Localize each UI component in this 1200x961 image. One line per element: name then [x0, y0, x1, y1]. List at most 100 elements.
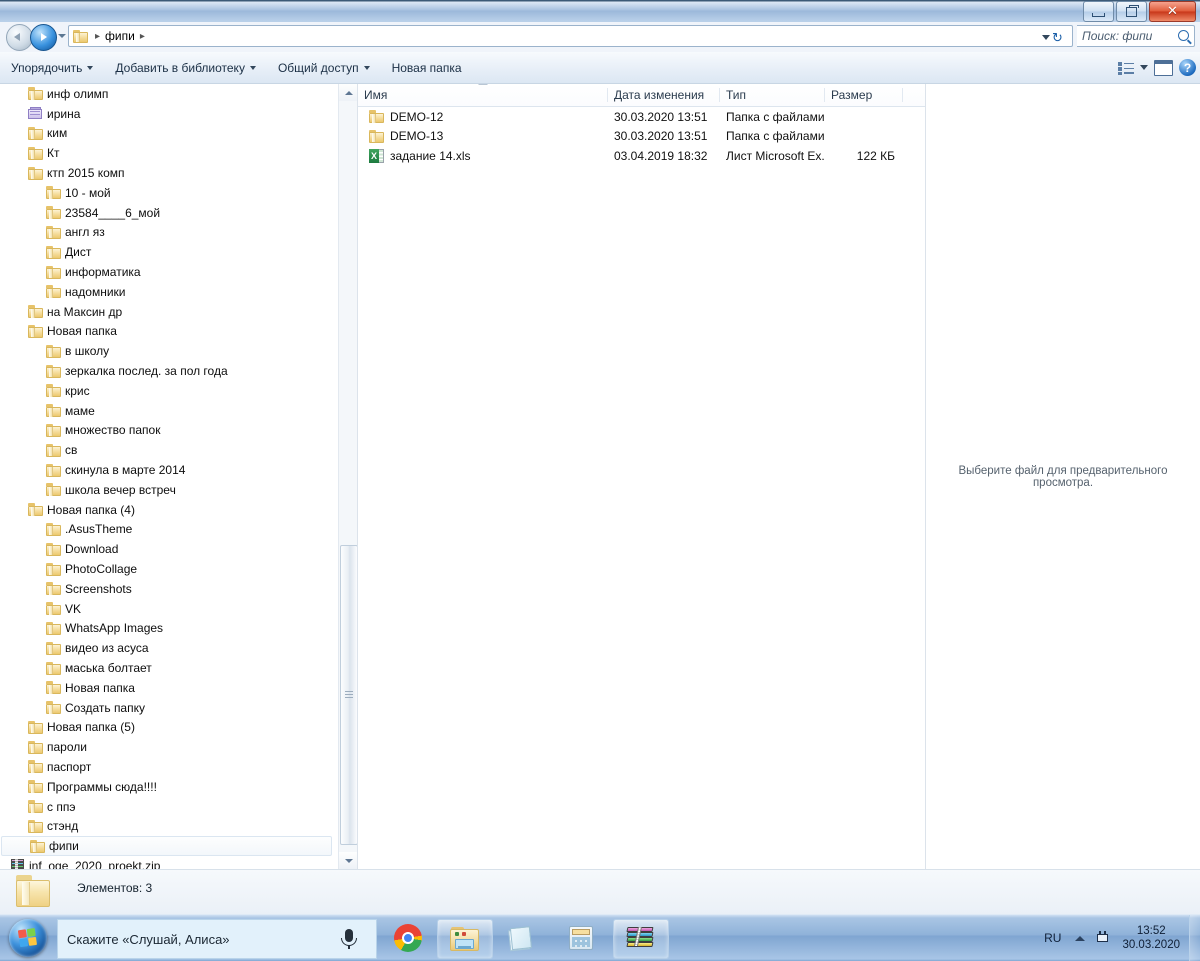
microphone-icon[interactable] [341, 929, 357, 949]
close-button[interactable]: ✕ [1149, 1, 1196, 22]
nav-tree-item[interactable]: ктп 2015 комп [0, 163, 338, 183]
file-name-cell[interactable]: DEMO-12 [358, 110, 608, 124]
column-header-label: Дата изменения [614, 88, 705, 102]
nav-tree-item[interactable]: школа вечер встреч [0, 480, 338, 500]
windows-start-orb-icon [9, 919, 47, 957]
navigation-pane[interactable]: инф олимп ирина ким Кт ктп 2015 комп 10 - мой… [0, 84, 338, 869]
scroll-up-arrow[interactable] [339, 84, 358, 101]
nav-tree-item[interactable]: Новая папка (5) [0, 718, 338, 738]
nav-tree-item[interactable]: 23584____6_мой [0, 203, 338, 223]
window-controls: ✕ [1083, 1, 1196, 22]
restore-button[interactable] [1116, 1, 1147, 22]
scrollbar-thumb[interactable] [340, 545, 358, 845]
nav-tree-item[interactable]: множество папок [0, 421, 338, 441]
network-icon[interactable] [1095, 931, 1110, 945]
start-button[interactable] [3, 917, 53, 959]
forward-button[interactable] [30, 24, 57, 51]
help-icon[interactable]: ? [1179, 59, 1196, 76]
nav-tree-item[interactable]: Программы сюда!!!! [0, 777, 338, 797]
command-1[interactable]: Упорядочить [0, 52, 104, 83]
nav-tree-item[interactable]: маме [0, 401, 338, 421]
minimize-button[interactable] [1083, 1, 1114, 22]
column-header-3[interactable]: Тип [720, 84, 825, 106]
taskbar-app-notepad[interactable] [495, 919, 549, 957]
column-header-4[interactable]: Размер [825, 84, 903, 106]
scroll-down-arrow[interactable] [339, 852, 358, 869]
file-row[interactable]: DEMO-12 30.03.2020 13:51 Папка с файлами [358, 107, 925, 127]
nav-tree-item[interactable]: инф олимп [0, 84, 338, 104]
nav-tree-item[interactable]: Кт [0, 143, 338, 163]
file-type-cell: Папка с файлами [720, 129, 825, 143]
nav-tree-item[interactable]: Новая папка [0, 678, 338, 698]
column-header-1[interactable]: Имя [358, 84, 608, 106]
address-bar[interactable]: ▸ фипи ▸ ↻ [68, 25, 1073, 47]
nav-tree-item[interactable]: WhatsApp Images [0, 619, 338, 639]
nav-tree-item[interactable]: с ппэ [0, 797, 338, 817]
command-3[interactable]: Общий доступ [267, 52, 381, 83]
nav-tree-item[interactable]: фипи [1, 836, 332, 857]
nav-tree-item[interactable]: пароли [0, 737, 338, 757]
view-list-icon[interactable] [1118, 61, 1134, 75]
nav-tree-item[interactable]: inf_oge_2020_proekt.zip [0, 856, 338, 869]
command-4[interactable]: Новая папка [381, 52, 473, 83]
preview-pane-icon[interactable] [1154, 59, 1173, 76]
nav-tree-item[interactable]: св [0, 440, 338, 460]
nav-tree-item[interactable]: маська болтает [0, 658, 338, 678]
nav-tree-item[interactable]: PhotoCollage [0, 559, 338, 579]
nav-tree-item[interactable]: ирина [0, 104, 338, 124]
nav-tree-item[interactable]: паспорт [0, 757, 338, 777]
nav-tree-item[interactable]: Новая папка (4) [0, 500, 338, 520]
back-button[interactable] [6, 24, 33, 51]
search-box[interactable]: Поиск: фипи [1077, 25, 1195, 47]
nav-tree-item[interactable]: зеркалка послед. за пол года [0, 361, 338, 381]
title-bar: ✕ [0, 0, 1200, 22]
nav-tree-item[interactable]: информатика [0, 262, 338, 282]
tray-expand-arrow-icon[interactable] [1075, 935, 1086, 941]
nav-pane-scrollbar[interactable] [338, 84, 358, 869]
language-indicator[interactable]: RU [1044, 931, 1061, 945]
nav-tree-item[interactable]: надомники [0, 282, 338, 302]
file-list-pane[interactable]: Имя Дата изменения Тип Размер DEMO-12 30.03.… [358, 84, 925, 869]
file-name-cell[interactable]: Xзадание 14.xls [358, 148, 608, 163]
nav-tree-item[interactable]: англ яз [0, 223, 338, 243]
nav-tree-item[interactable]: VK [0, 599, 338, 619]
nav-tree-item[interactable]: Download [0, 539, 338, 559]
nav-tree-item[interactable]: Новая папка [0, 322, 338, 342]
nav-tree-item[interactable]: Дист [0, 242, 338, 262]
taskbar-app-explorer[interactable] [437, 919, 493, 959]
nav-tree-item[interactable]: на Максин др [0, 302, 338, 322]
folder-icon [46, 206, 61, 220]
nav-tree-item-label: Новая папка [47, 324, 117, 339]
command-2[interactable]: Добавить в библиотеку [104, 52, 267, 83]
nav-tree-item[interactable]: крис [0, 381, 338, 401]
file-name-cell[interactable]: DEMO-13 [358, 129, 608, 143]
nav-tree-item[interactable]: Screenshots [0, 579, 338, 599]
nav-tree-item[interactable]: скинула в марте 2014 [0, 460, 338, 480]
nav-tree-item[interactable]: 10 - мой [0, 183, 338, 203]
column-header-2[interactable]: Дата изменения [608, 84, 720, 106]
refresh-icon[interactable]: ↻ [1052, 30, 1068, 45]
nav-tree-item[interactable]: Создать папку [0, 698, 338, 718]
taskbar-app-winrar[interactable] [613, 919, 669, 959]
chevron-down-icon[interactable] [1140, 65, 1148, 70]
search-input[interactable]: Поиск: фипи [1082, 29, 1152, 43]
recent-pages-dropdown-icon[interactable] [58, 34, 66, 38]
breadcrumb-separator: ▸ [95, 30, 101, 42]
nav-tree-item[interactable]: стэнд [0, 816, 338, 836]
clock[interactable]: 13:52 30.03.2020 [1122, 924, 1180, 952]
alice-assistant-search[interactable]: Скажите «Слушай, Алиса» [57, 919, 377, 959]
nav-tree-item[interactable]: в школу [0, 341, 338, 361]
nav-tree-item[interactable]: ким [0, 124, 338, 144]
taskbar-app-calculator[interactable] [554, 919, 608, 957]
nav-tree-item-label: стэнд [47, 819, 79, 834]
show-desktop-button[interactable] [1189, 915, 1200, 961]
breadcrumb-separator-end[interactable]: ▸ [140, 31, 145, 42]
file-row[interactable]: DEMO-13 30.03.2020 13:51 Папка с файлами [358, 127, 925, 147]
nav-tree-item[interactable]: .AsusTheme [0, 520, 338, 540]
nav-tree-item[interactable]: видео из асуса [0, 638, 338, 658]
breadcrumb-current[interactable]: фипи [105, 29, 135, 43]
chevron-down-icon[interactable] [1042, 35, 1050, 40]
file-row[interactable]: Xзадание 14.xls 03.04.2019 18:32 Лист Micr… [358, 146, 925, 166]
taskbar-app-chrome[interactable] [381, 919, 435, 957]
item-count-label: Элементов: 3 [77, 881, 153, 895]
